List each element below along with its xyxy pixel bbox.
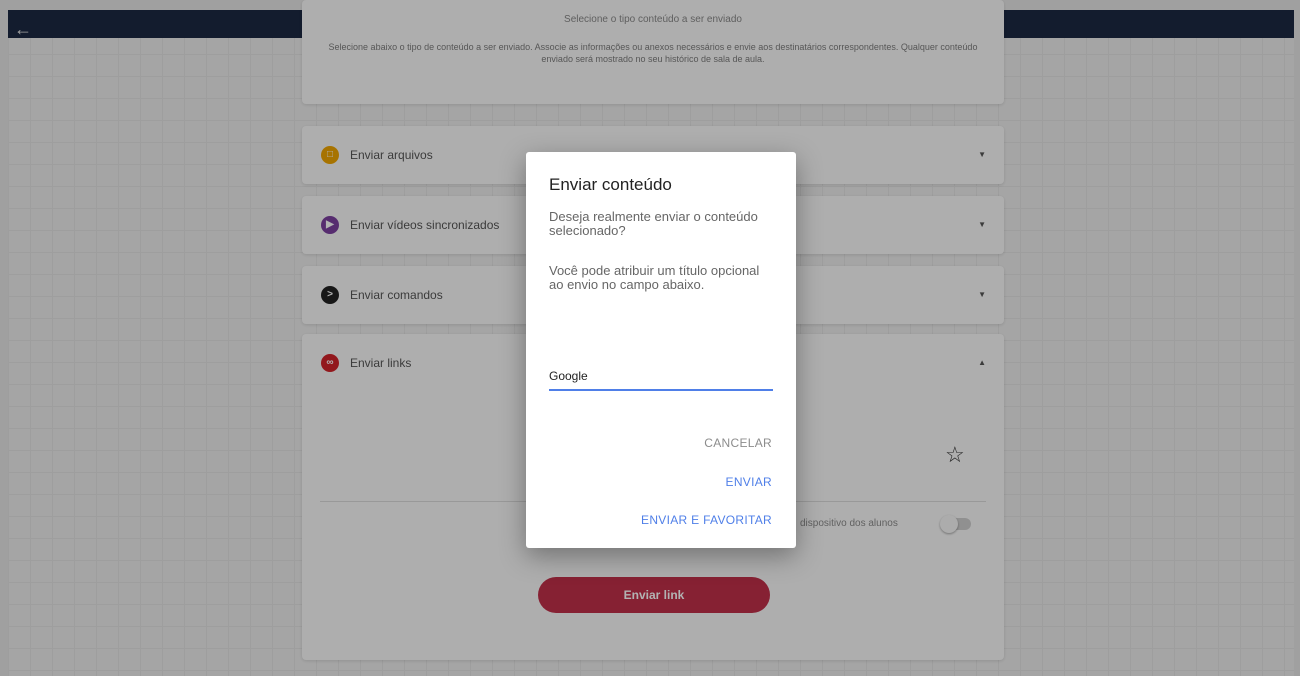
title-input[interactable] (549, 363, 773, 391)
send-and-favorite-button[interactable]: ENVIAR E FAVORITAR (641, 513, 772, 527)
dialog-hint: Você pode atribuir um título opcional ao… (549, 263, 760, 292)
cancel-button[interactable]: CANCELAR (704, 436, 772, 450)
send-button[interactable]: ENVIAR (726, 475, 772, 489)
send-content-dialog: Enviar conteúdo Deseja realmente enviar … (526, 152, 796, 548)
dialog-question: Deseja realmente enviar o conteúdo selec… (549, 209, 758, 238)
dialog-title: Enviar conteúdo (549, 175, 672, 194)
